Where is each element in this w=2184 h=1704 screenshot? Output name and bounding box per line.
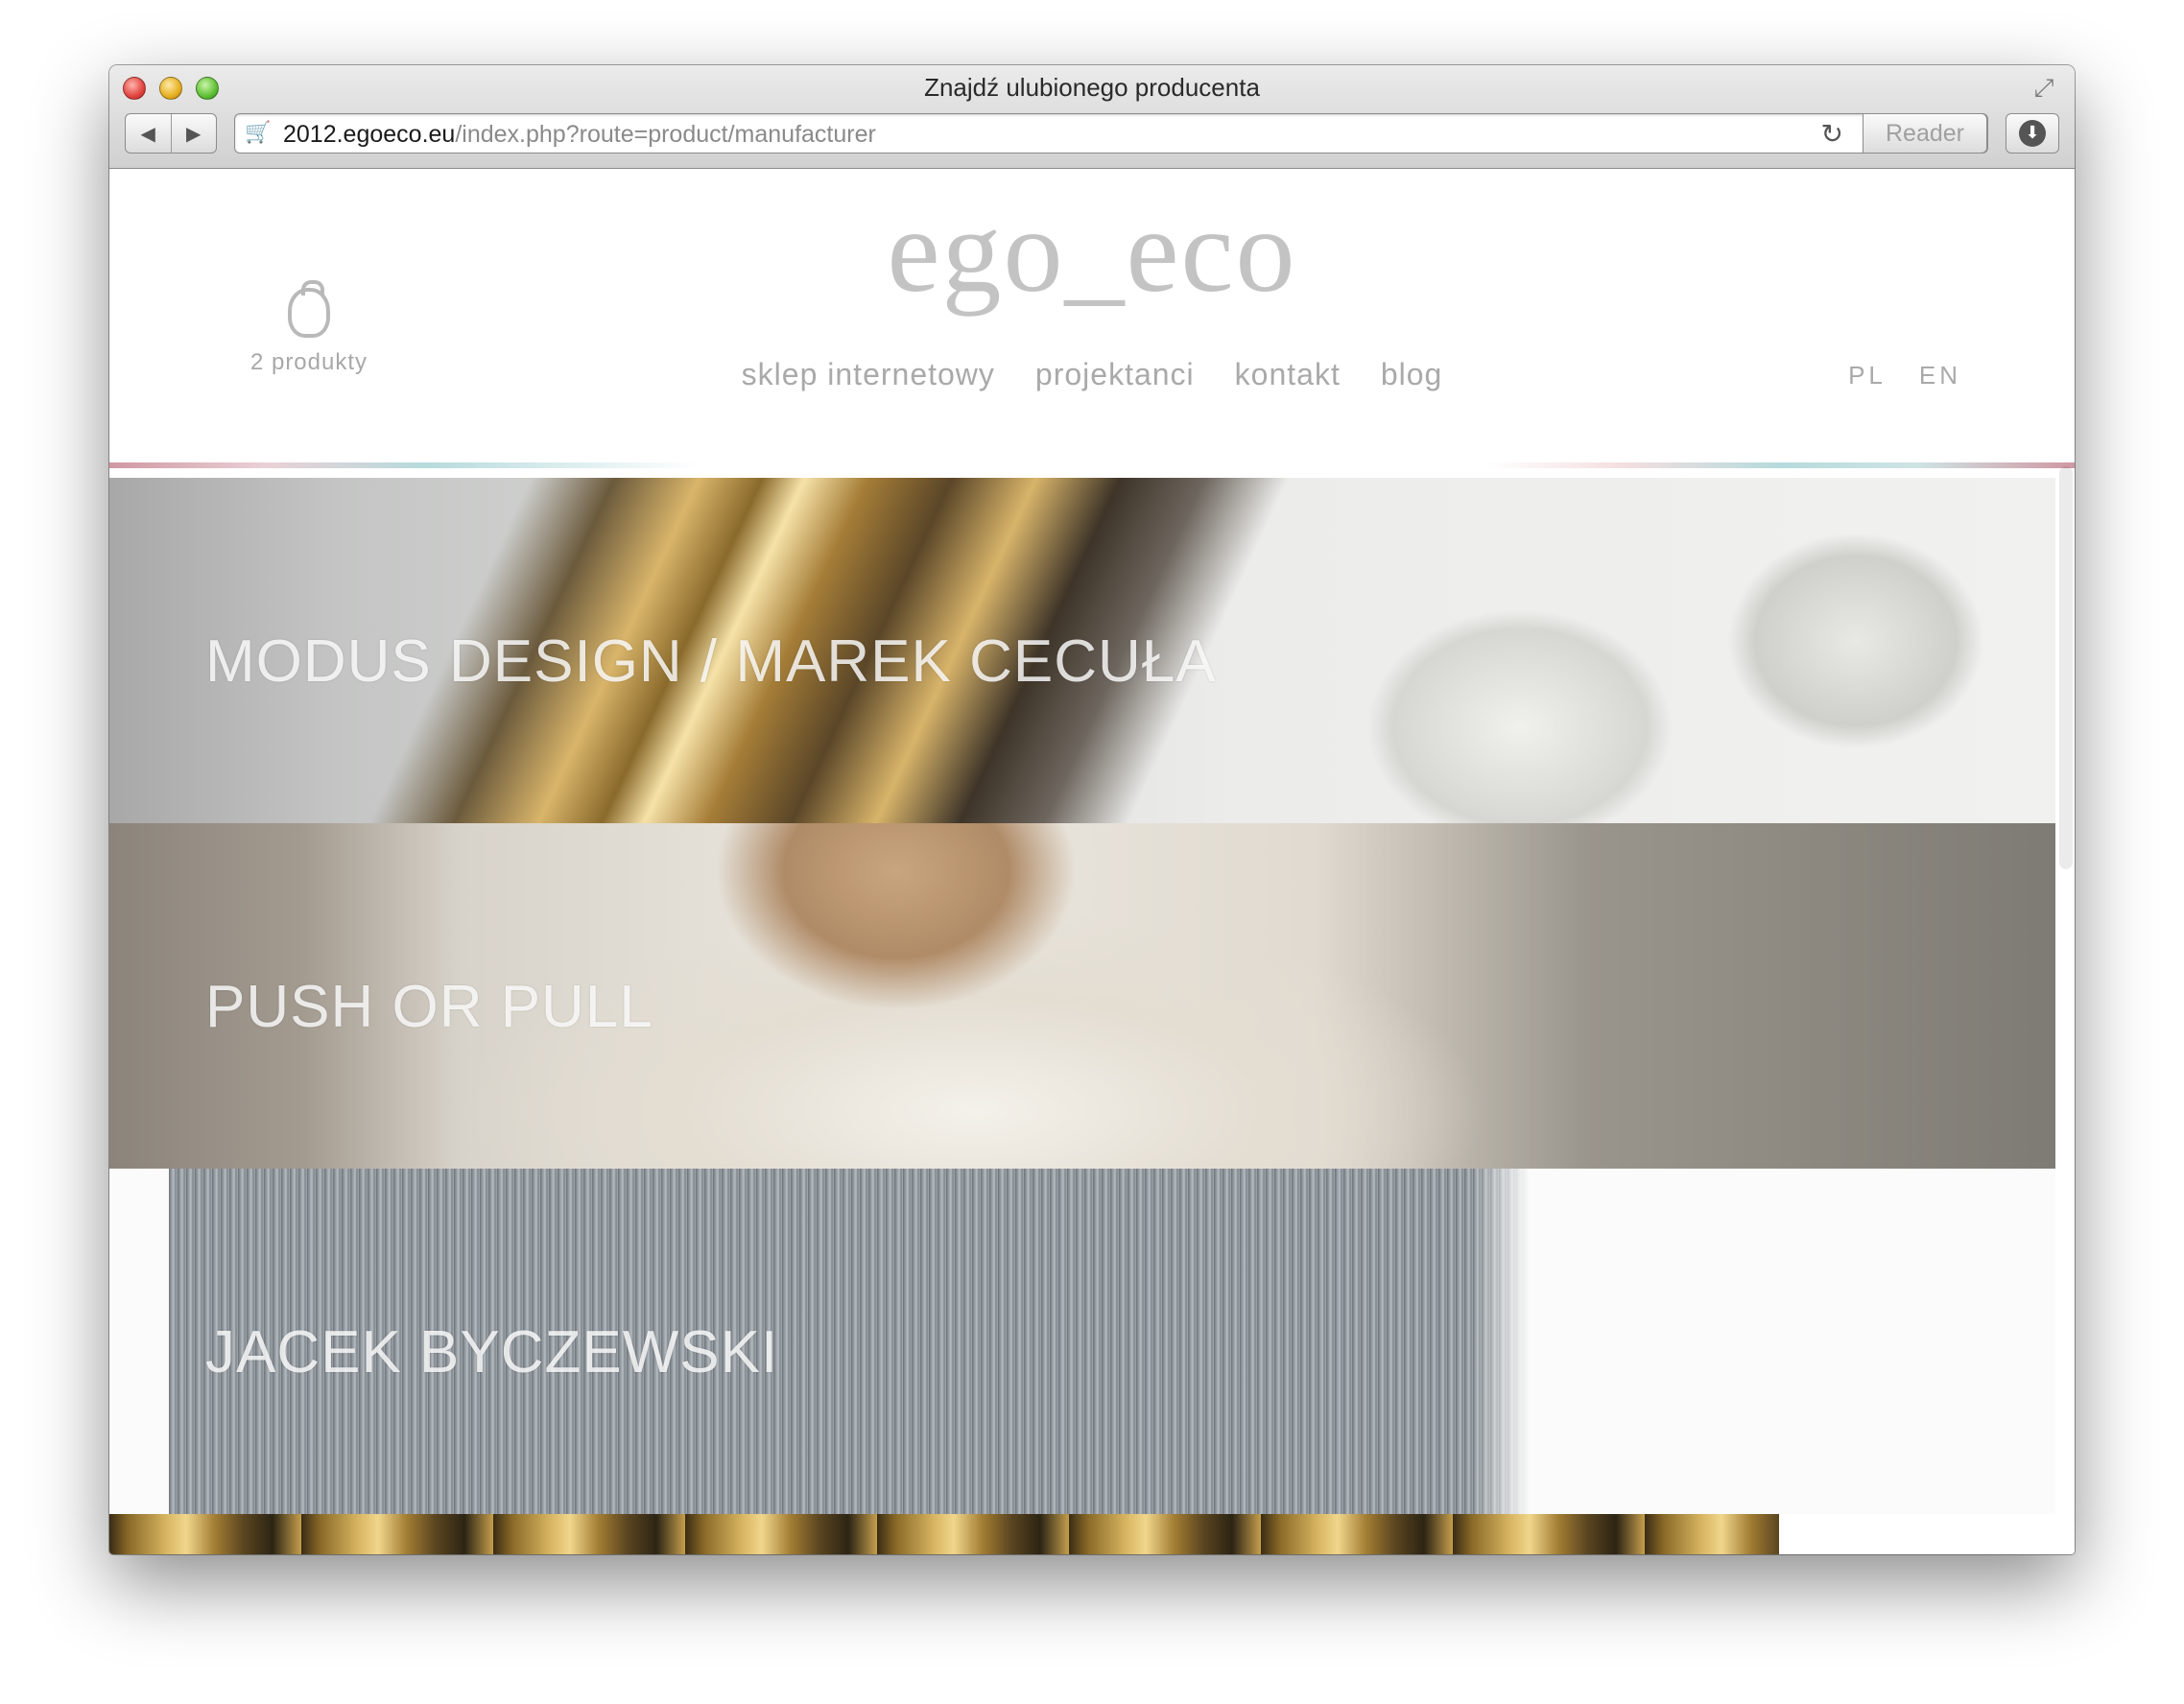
downloads-button[interactable]: ⬇ xyxy=(2006,113,2059,154)
download-icon: ⬇ xyxy=(2019,120,2046,147)
forward-arrow-icon[interactable]: ▶ xyxy=(172,114,217,153)
manufacturer-name: MODUS DESIGN / MAREK CECUŁA xyxy=(205,628,1217,695)
shopping-bag-icon xyxy=(288,280,330,338)
manufacturer-banner-push-or-pull[interactable]: PUSH OR PULL xyxy=(109,823,2055,1169)
reader-button[interactable]: Reader xyxy=(1863,113,1987,154)
language-switcher: PL EN xyxy=(1848,361,1961,390)
address-bar[interactable]: 🛒 2012.egoeco.eu/index.php?route=product… xyxy=(234,113,1988,154)
nav-link-designers[interactable]: projektanci xyxy=(1035,357,1195,392)
page-scrollbar[interactable] xyxy=(2059,466,2073,869)
web-page: ego_eco 2 produkty sklep internetowy pro… xyxy=(109,169,2075,1554)
url-text[interactable]: 2012.egoeco.eu/index.php?route=product/m… xyxy=(283,120,876,149)
manufacturer-banner-gold-rings[interactable] xyxy=(109,1514,2055,1554)
browser-window: Znajdź ulubionego producenta ⤢ ◀ ▶ 🛒 201… xyxy=(109,65,2075,1554)
reload-icon[interactable]: ↻ xyxy=(1821,118,1843,150)
nav-link-shop[interactable]: sklep internetowy xyxy=(742,357,995,392)
manufacturer-name: JACEK BYCZEWSKI xyxy=(205,1319,779,1385)
nav-link-blog[interactable]: blog xyxy=(1381,357,1443,392)
nav-link-contact[interactable]: kontakt xyxy=(1235,357,1341,392)
window-title: Znajdź ulubionego producenta xyxy=(924,73,1260,102)
url-host: 2012.egoeco.eu xyxy=(283,121,456,148)
lang-pl-link[interactable]: PL xyxy=(1848,361,1887,390)
manufacturer-name: PUSH OR PULL xyxy=(205,974,653,1040)
fullscreen-icon[interactable]: ⤢ xyxy=(2030,75,2057,102)
browser-toolbar: Znajdź ulubionego producenta ⤢ ◀ ▶ 🛒 201… xyxy=(109,65,2075,169)
lang-en-link[interactable]: EN xyxy=(1919,361,1961,390)
manufacturer-banner-jacek-byczewski[interactable]: JACEK BYCZEWSKI xyxy=(109,1169,2055,1514)
history-buttons: ◀ ▶ xyxy=(125,113,217,154)
main-navigation: sklep internetowy projektanci kontakt bl… xyxy=(109,357,2075,392)
header-divider xyxy=(109,462,2075,468)
url-path: /index.php?route=product/manufacturer xyxy=(455,121,876,148)
manufacturer-banner-modus-design[interactable]: MODUS DESIGN / MAREK CECUŁA xyxy=(109,478,2055,823)
cart-favicon-icon: 🛒 xyxy=(245,121,272,145)
back-arrow-icon[interactable]: ◀ xyxy=(126,114,172,153)
site-logo[interactable]: ego_eco xyxy=(109,184,2075,319)
